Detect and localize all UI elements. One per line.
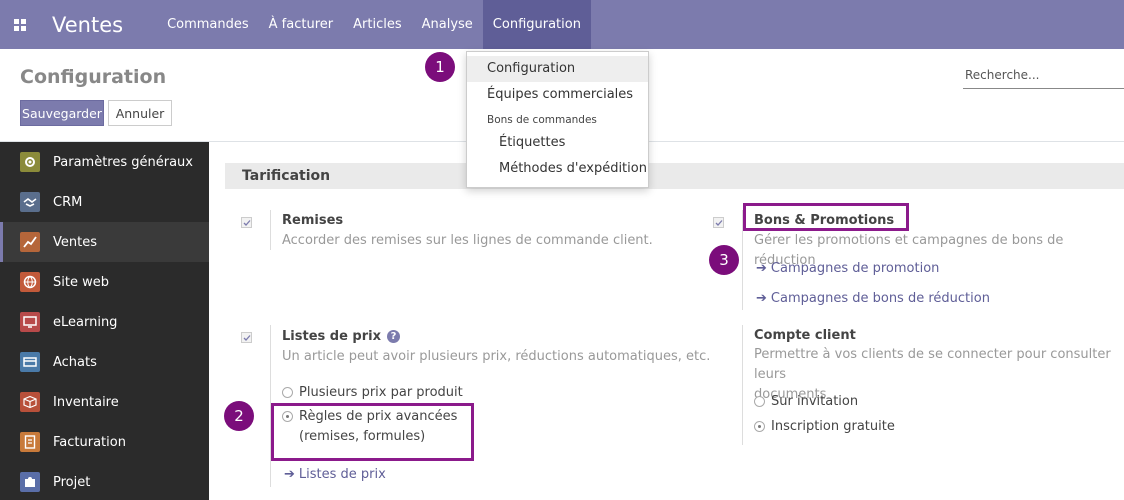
divider — [742, 325, 743, 445]
pricelists-link[interactable]: ➔ Listes de prix — [284, 467, 386, 482]
sidebar-item-label: Achats — [53, 354, 97, 370]
check-icon — [243, 334, 250, 341]
sidebar-item-achats[interactable]: Achats — [0, 342, 209, 382]
discounts-checkbox[interactable] — [241, 217, 252, 228]
annotation-highlight-box — [743, 203, 909, 231]
menu-analyse[interactable]: Analyse — [412, 0, 483, 49]
divider — [270, 210, 271, 250]
sidebar-item-elearning[interactable]: eLearning — [0, 302, 209, 342]
customer-account-title: Compte client — [754, 328, 856, 343]
discounts-description: Accorder des remises sur les lignes de c… — [282, 233, 653, 248]
coupon-campaigns-link[interactable]: ➔ Campagnes de bons de réduction — [756, 291, 990, 306]
discounts-title: Remises — [282, 213, 344, 228]
coupons-checkbox[interactable] — [713, 217, 724, 228]
annotation-badge-1: 1 — [425, 52, 455, 82]
arrow-right-icon: ➔ — [756, 261, 767, 276]
page-title: Configuration — [20, 66, 167, 88]
menu-a-facturer[interactable]: À facturer — [259, 0, 343, 49]
menu-commandes[interactable]: Commandes — [157, 0, 259, 49]
sidebar-item-label: Projet — [53, 474, 91, 490]
check-icon — [243, 219, 250, 226]
gear-icon — [20, 152, 40, 172]
settings-sidebar: Paramètres généraux CRM Ventes Site web … — [0, 142, 209, 500]
search-input[interactable] — [963, 61, 1124, 89]
sidebar-item-label: Site web — [53, 274, 109, 290]
arrow-right-icon: ➔ — [284, 467, 295, 482]
dropdown-item-tags[interactable]: Étiquettes — [467, 130, 648, 156]
elearning-icon — [20, 312, 40, 332]
globe-icon — [20, 272, 40, 292]
sidebar-item-parametres-generaux[interactable]: Paramètres généraux — [0, 142, 209, 182]
chart-icon — [20, 232, 40, 252]
sidebar-item-facturation[interactable]: Facturation — [0, 422, 209, 462]
section-header — [225, 163, 1124, 189]
annotation-badge-3: 3 — [709, 245, 739, 275]
radio-button[interactable] — [754, 396, 765, 407]
sidebar-item-crm[interactable]: CRM — [0, 182, 209, 222]
radio-button[interactable] — [282, 387, 293, 398]
menu-configuration[interactable]: Configuration — [482, 0, 591, 49]
pricelist-option-multiple[interactable]: Plusieurs prix par produit — [282, 383, 463, 403]
puzzle-icon — [20, 472, 40, 492]
dropdown-group-header: Bons de commandes — [487, 114, 597, 126]
help-icon[interactable]: ? — [386, 330, 400, 343]
promotion-campaigns-link[interactable]: ➔ Campagnes de promotion — [756, 261, 939, 276]
card-icon — [20, 352, 40, 372]
box-icon — [20, 392, 40, 412]
radio-button-checked[interactable] — [754, 421, 765, 432]
handshake-icon — [20, 192, 40, 212]
dropdown-item-sales-teams[interactable]: Équipes commerciales — [467, 82, 648, 108]
sidebar-item-label: eLearning — [53, 314, 118, 330]
dropdown-item-configuration[interactable]: Configuration — [467, 56, 648, 82]
menu-articles[interactable]: Articles — [343, 0, 411, 49]
top-navbar: Ventes Commandes À facturer Articles Ana… — [0, 0, 1124, 49]
pricelists-title: Listes de prix? — [282, 329, 400, 344]
sidebar-item-inventaire[interactable]: Inventaire — [0, 382, 209, 422]
cancel-button[interactable]: Annuler — [108, 100, 172, 126]
check-icon — [715, 219, 722, 226]
pricelists-description: Un article peut avoir plusieurs prix, ré… — [282, 349, 711, 364]
sidebar-item-site-web[interactable]: Site web — [0, 262, 209, 302]
dropdown-item-shipping-methods[interactable]: Méthodes d'expédition — [467, 156, 648, 182]
sidebar-item-projet[interactable]: Projet — [0, 462, 209, 500]
sidebar-item-label: Paramètres généraux — [53, 154, 193, 170]
pricelists-checkbox[interactable] — [241, 332, 252, 343]
apps-grid-icon[interactable] — [0, 0, 40, 49]
sidebar-item-label: Facturation — [53, 434, 126, 450]
configuration-dropdown: Configuration Équipes commerciales Bons … — [466, 51, 649, 188]
sidebar-item-label: Ventes — [53, 234, 97, 250]
account-option-invitation[interactable]: Sur invitation — [754, 392, 858, 412]
arrow-right-icon: ➔ — [756, 291, 767, 306]
sidebar-item-label: Inventaire — [53, 394, 119, 410]
app-name[interactable]: Ventes — [52, 13, 123, 37]
save-button[interactable]: Sauvegarder — [20, 100, 104, 126]
annotation-highlight-box — [271, 403, 474, 461]
sidebar-item-label: CRM — [53, 194, 83, 210]
account-option-free-signup[interactable]: Inscription gratuite — [754, 417, 895, 437]
annotation-badge-2: 2 — [224, 401, 254, 431]
sidebar-item-ventes[interactable]: Ventes — [0, 222, 209, 262]
section-title: Tarification — [242, 168, 331, 184]
invoice-icon — [20, 432, 40, 452]
